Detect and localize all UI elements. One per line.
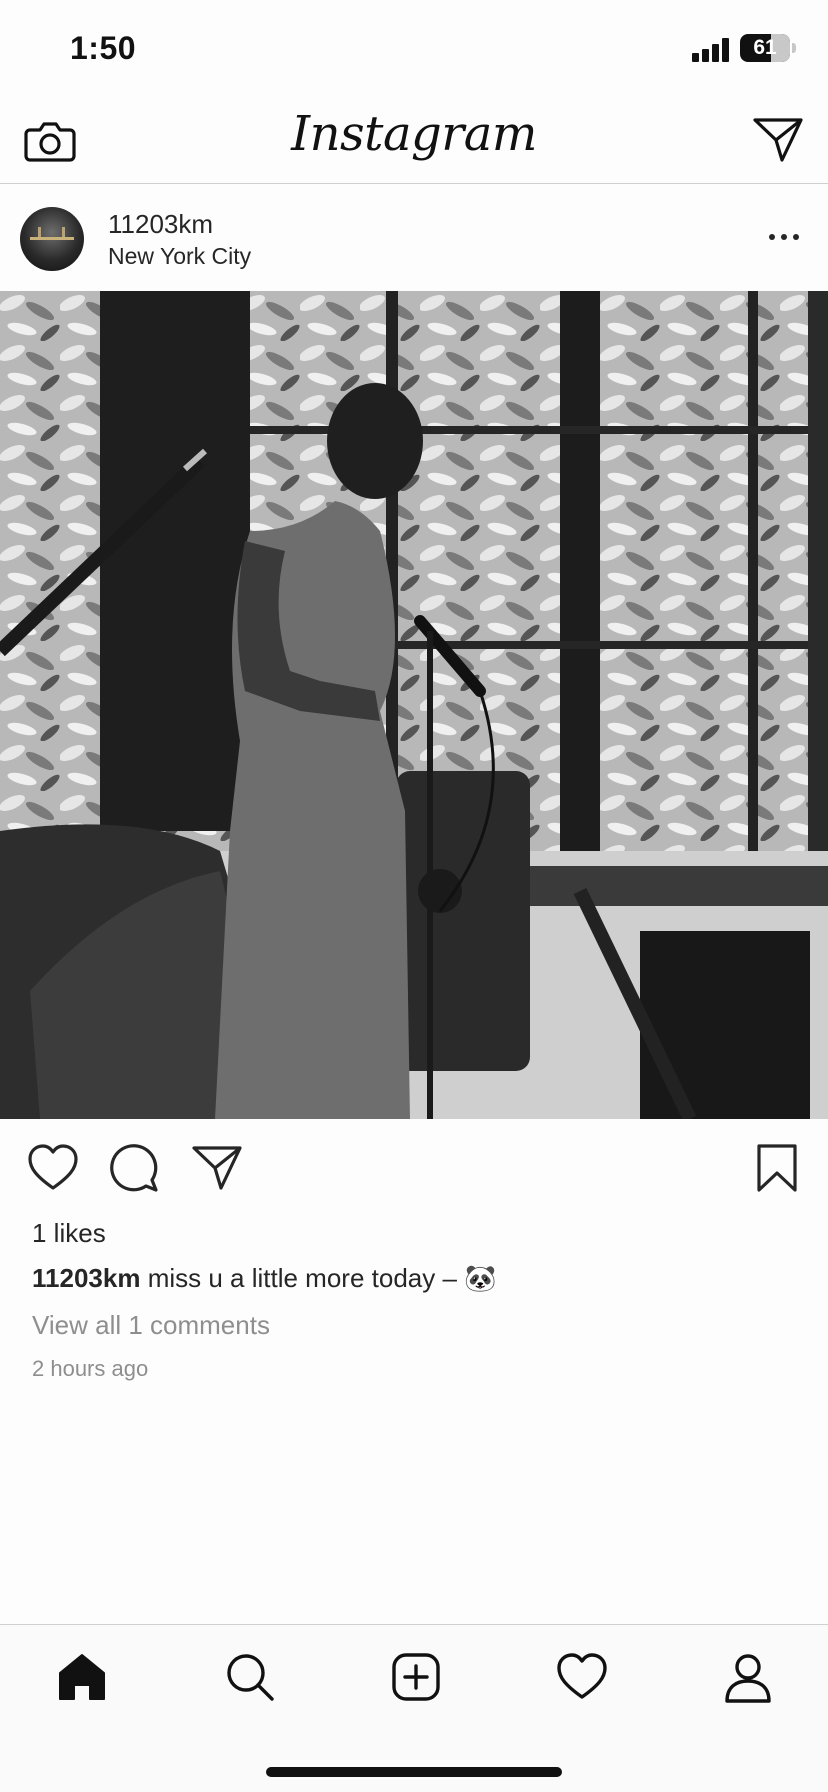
search-icon[interactable] [222,1649,278,1705]
top-nav: Instagram [0,96,828,184]
status-time: 1:50 [70,30,137,66]
caption-username[interactable]: 11203km [32,1263,140,1293]
battery-tip [792,43,796,53]
bottom-tab-bar [0,1624,828,1792]
profile-icon[interactable] [720,1649,776,1705]
home-icon[interactable] [54,1649,110,1705]
post-location[interactable]: New York City [108,243,251,270]
post-photo[interactable] [0,291,828,1119]
activity-heart-icon[interactable] [554,1649,610,1705]
post-username[interactable]: 11203km [108,209,213,240]
avatar[interactable] [20,207,84,271]
post-actions [0,1120,828,1216]
home-indicator[interactable] [266,1767,562,1777]
comment-icon[interactable] [108,1142,162,1194]
more-options-icon[interactable] [764,229,804,245]
add-post-icon[interactable] [388,1649,444,1705]
battery-icon: 61 [740,34,790,62]
post-header: 11203km New York City [0,185,828,291]
heart-icon[interactable] [26,1142,80,1194]
direct-send-icon[interactable] [752,114,804,164]
instagram-logo[interactable]: Instagram [0,106,828,162]
caption-text: miss u a little more today – 🐼 [147,1263,497,1293]
view-comments-link[interactable]: View all 1 comments [32,1310,270,1341]
post-timestamp: 2 hours ago [32,1356,149,1381]
post-caption: 11203km miss u a little more today – 🐼 [32,1263,497,1294]
signal-icon [692,38,732,62]
share-icon[interactable] [190,1142,244,1194]
battery-percent: 61 [753,36,777,59]
status-bar: 1:50 61 [0,0,828,96]
likes-count[interactable]: 1 likes [32,1218,106,1249]
bookmark-icon[interactable] [750,1142,804,1194]
